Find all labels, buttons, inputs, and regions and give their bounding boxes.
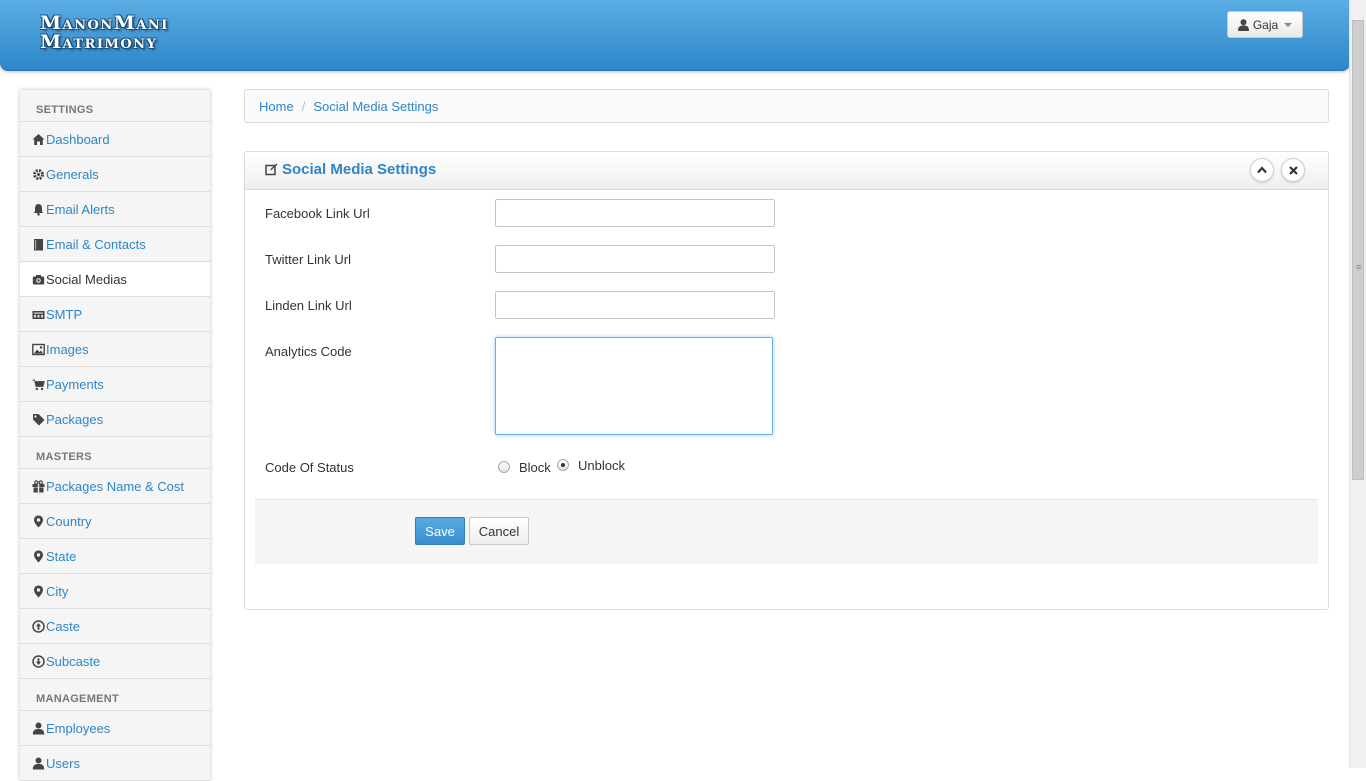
sidebar-item-state[interactable]: State [20, 539, 210, 574]
scrollbar-grip-icon: ≡ [1356, 262, 1362, 272]
sidebar-item-packages-name-cost[interactable]: Packages Name & Cost [20, 469, 210, 504]
status-label: Code Of Status [265, 460, 354, 475]
sidebar-item-label: Caste [46, 618, 80, 634]
sidebar-item-label: Subcaste [46, 653, 101, 669]
breadcrumb-separator: / [301, 98, 306, 114]
sidebar-item-label: City [46, 583, 69, 599]
close-panel-button[interactable] [1281, 158, 1305, 182]
unblock-radio-label[interactable]: Unblock [578, 458, 625, 473]
sidebar-item-label: Packages Name & Cost [46, 478, 185, 494]
edit-icon [265, 163, 278, 176]
map-marker-icon [34, 550, 43, 562]
tag-icon [33, 413, 45, 425]
linden-label: Linden Link Url [265, 298, 352, 313]
sidebar-item-email-contacts[interactable]: Email & Contacts [20, 227, 210, 262]
twitter-url-input[interactable] [495, 245, 775, 273]
close-icon [1288, 165, 1298, 175]
top-header: ManonMani Matrimony Gaja [0, 0, 1350, 71]
map-marker-icon [34, 515, 43, 527]
map-marker-icon [34, 585, 43, 597]
book-icon [34, 238, 43, 250]
sidebar-item-email-alerts[interactable]: Email Alerts [20, 192, 210, 227]
sidebar-section-title: MANAGEMENT [20, 679, 210, 711]
user-menu-button[interactable]: Gaja [1227, 11, 1303, 38]
sidebar-item-label: Social Medias [46, 271, 127, 287]
sidebar-item-caste[interactable]: Caste [20, 609, 210, 644]
user-name: Gaja [1252, 17, 1279, 32]
sidebar-item-images[interactable]: Images [20, 332, 210, 367]
sidebar-item-label: Images [46, 341, 89, 357]
cancel-button[interactable]: Cancel [469, 517, 529, 545]
sidebar-item-label: Email & Contacts [46, 236, 146, 252]
sidebar-item-label: Packages [46, 411, 104, 427]
camera-icon [32, 274, 45, 284]
sidebar-item-label: Generals [46, 166, 99, 182]
caret-down-icon [1284, 22, 1293, 27]
linden-url-input[interactable] [495, 291, 775, 319]
facebook-label: Facebook Link Url [265, 206, 370, 221]
home-icon [32, 133, 45, 145]
gear-icon [33, 168, 44, 180]
breadcrumb-home-link[interactable]: Home [259, 99, 294, 114]
user-icon [32, 722, 45, 734]
sidebar-item-packages[interactable]: Packages [20, 402, 210, 437]
picture-icon [32, 343, 45, 355]
analytics-label: Analytics Code [265, 344, 352, 359]
panel-title: Social Media Settings [265, 161, 436, 178]
sidebar-item-dashboard[interactable]: Dashboard [20, 122, 210, 157]
circle-arrow-up-icon [32, 619, 45, 633]
brand-line-2: Matrimony [40, 31, 158, 53]
page-scrollbar[interactable]: ≡ [1349, 0, 1366, 768]
circle-arrow-down-icon [32, 654, 45, 668]
sidebar-item-label: Email Alerts [46, 201, 115, 217]
sidebar-item-label: Payments [46, 376, 104, 392]
sidebar-item-label: Employees [46, 720, 111, 736]
sidebar-item-social-medias[interactable]: Social Medias [20, 262, 210, 297]
bell-icon [33, 203, 44, 216]
sidebar-section-title: MASTERS [20, 437, 210, 469]
cart-icon [32, 379, 45, 390]
analytics-code-textarea[interactable] [495, 337, 773, 435]
sidebar-item-generals[interactable]: Generals [20, 157, 210, 192]
save-button[interactable]: Save [415, 517, 465, 545]
block-radio[interactable] [498, 461, 510, 473]
twitter-label: Twitter Link Url [265, 252, 351, 267]
sidebar-section-title: SETTINGS [20, 90, 210, 122]
sidebar-item-country[interactable]: Country [20, 504, 210, 539]
sidebar-item-label: Users [46, 755, 80, 771]
sidebar-item-label: State [46, 548, 77, 564]
facebook-url-input[interactable] [495, 199, 775, 227]
sidebar-item-label: Dashboard [46, 131, 110, 147]
breadcrumb: Home / Social Media Settings [244, 89, 1329, 123]
sidebar-item-label: SMTP [46, 306, 83, 322]
breadcrumb-current-link[interactable]: Social Media Settings [313, 99, 438, 114]
chevron-up-icon [1257, 166, 1267, 174]
sidebar-item-smtp[interactable]: SMTP [20, 297, 210, 332]
sidebar-item-subcaste[interactable]: Subcaste [20, 644, 210, 679]
panel-title-text: Social Media Settings [282, 161, 437, 178]
settings-panel: Social Media Settings Facebook Link Url … [244, 151, 1329, 610]
sidebar-item-payments[interactable]: Payments [20, 367, 210, 402]
panel-header: Social Media Settings [245, 152, 1328, 190]
unblock-radio[interactable] [557, 459, 569, 471]
user-icon [1237, 18, 1249, 31]
scrollbar-thumb[interactable]: ≡ [1352, 20, 1364, 480]
server-icon [32, 310, 45, 319]
sidebar-item-city[interactable]: City [20, 574, 210, 609]
gift-icon [32, 479, 45, 492]
sidebar-item-users[interactable]: Users [20, 746, 210, 781]
sidebar-item-label: Country [46, 513, 92, 529]
sidebar: SETTINGS Dashboard Generals Email Alerts Ema… [20, 90, 210, 781]
brand-logo[interactable]: ManonMani Matrimony [40, 14, 230, 52]
sidebar-item-employees[interactable]: Employees [20, 711, 210, 746]
form-actions-bar: Save Cancel [255, 499, 1318, 564]
block-radio-label[interactable]: Block [519, 460, 551, 475]
collapse-button[interactable] [1250, 158, 1274, 182]
